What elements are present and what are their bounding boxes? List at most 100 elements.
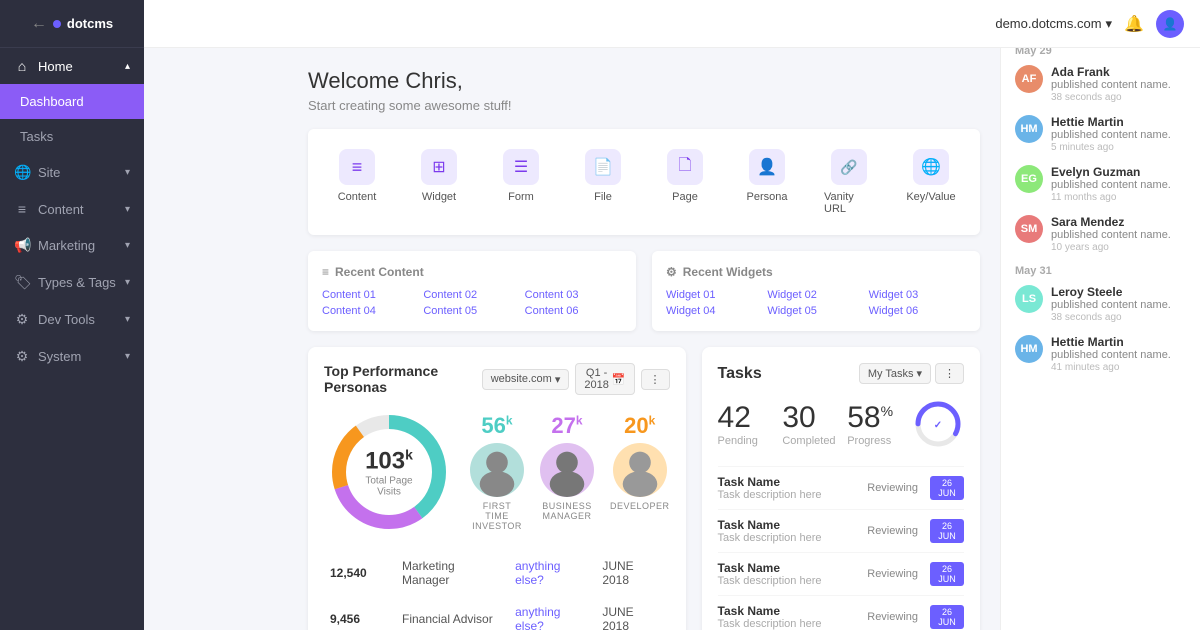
user-avatar[interactable]: 👤 (1156, 10, 1184, 38)
qa-persona[interactable]: 👤 Persona (726, 141, 808, 223)
back-icon[interactable]: ← (31, 15, 47, 33)
recent-content-03[interactable]: Content 03 (525, 289, 622, 301)
hettie1-text: Hettie Martin published content name. 5 … (1051, 115, 1186, 153)
domain-text: demo.dotcms.com (995, 16, 1101, 31)
sidebar-item-home[interactable]: ⌂ Home ▴ (0, 48, 144, 84)
sidebar-item-content[interactable]: ≡ Content ▾ (0, 191, 144, 227)
file-quick-icon: 📄 (585, 149, 621, 185)
chevron-down-icon: ▾ (125, 167, 130, 178)
sidebar-nav: ⌂ Home ▴ Dashboard Tasks 🌐 Site ▾ ≡ Cont… (0, 48, 144, 630)
developer-avatar (613, 443, 667, 497)
persona-col-investor: 56k FIRST TIME INVESTOR (470, 413, 524, 531)
qa-content[interactable]: ≡ Content (316, 141, 398, 223)
ada-time: 38 seconds ago (1051, 92, 1186, 103)
activity-item-sara: SM Sara Mendez published content name. 1… (1015, 215, 1186, 253)
row1-role: Marketing Manager (398, 551, 509, 595)
chevron-down-icon3: ▾ (125, 240, 130, 251)
hettie1-name: Hettie Martin (1051, 115, 1186, 129)
sidebar-dashboard-label: Dashboard (20, 94, 84, 109)
recent-content-title: ≡ Recent Content (322, 265, 622, 279)
qa-page[interactable]: 🗋 Page (644, 141, 726, 223)
domain-chevron: ▾ (1106, 16, 1113, 32)
recent-content-04[interactable]: Content 04 (322, 305, 419, 317)
recent-widget-05[interactable]: Widget 05 (767, 305, 864, 317)
devtools-icon: ⚙ (14, 311, 30, 328)
hettie2-action: published content name. (1051, 349, 1186, 361)
domain-selector[interactable]: demo.dotcms.com ▾ (995, 16, 1112, 32)
persona-table: 12,540 Marketing Manager anything else? … (324, 549, 670, 630)
sidebar-marketing-label: Marketing (38, 238, 95, 253)
progress-label: Progress (847, 435, 912, 447)
qa-file[interactable]: 📄 File (562, 141, 644, 223)
leroy-avatar: LS (1015, 285, 1043, 313)
sidebar-tasks-label: Tasks (20, 129, 53, 144)
recent-widgets-card: ⚙ Recent Widgets Widget 01 Widget 02 Wid… (652, 251, 980, 331)
task-stat-completed: 30 Completed (782, 401, 847, 447)
recent-widget-04[interactable]: Widget 04 (666, 305, 763, 317)
sidebar-item-marketing[interactable]: 📢 Marketing ▾ (0, 227, 144, 264)
website-filter[interactable]: website.com ▾ (482, 369, 570, 390)
recent-content-links: Content 01 Content 02 Content 03 Content… (322, 289, 622, 317)
recent-content-06[interactable]: Content 06 (525, 305, 622, 317)
vanity-quick-icon: 🔗 (831, 149, 867, 185)
sidebar-item-dashboard[interactable]: Dashboard (0, 84, 144, 119)
recent-content-05[interactable]: Content 05 (423, 305, 520, 317)
row2-action: anything else? (511, 597, 596, 630)
sidebar-item-dev-tools[interactable]: ⚙ Dev Tools ▾ (0, 301, 144, 338)
chevron-icon: ▴ (125, 61, 130, 72)
more-options[interactable]: ⋮ (641, 369, 670, 390)
form-quick-icon: ☰ (503, 149, 539, 185)
recent-widget-06[interactable]: Widget 06 (869, 305, 966, 317)
row1-action: anything else? (511, 551, 596, 595)
date-filter[interactable]: Q1 - 2018 📅 (575, 363, 634, 395)
notifications-bell-icon[interactable]: 🔔 (1124, 14, 1144, 34)
sidebar-item-types-tags[interactable]: 🏷 Types & Tags ▾ (0, 264, 144, 301)
evelyn-action: published content name. (1051, 179, 1186, 191)
persona-performance-card: Top Performance Personas website.com ▾ Q… (308, 347, 686, 630)
recent-content-01[interactable]: Content 01 (322, 289, 419, 301)
recent-content-card: ≡ Recent Content Content 01 Content 02 C… (308, 251, 636, 331)
task-4-day: 26 (942, 607, 952, 617)
progress-svg: ✓ (912, 398, 964, 450)
leroy-time: 38 seconds ago (1051, 312, 1186, 323)
recent-widget-02[interactable]: Widget 02 (767, 289, 864, 301)
task-list: Task Name Task description here Reviewin… (718, 466, 964, 630)
sidebar-content-label: Content (38, 202, 84, 217)
recent-widget-01[interactable]: Widget 01 (666, 289, 763, 301)
progress-num: 58% (847, 401, 912, 435)
donut-center: 103k Total Page Visits (357, 447, 422, 498)
developer-num: 20k (624, 413, 655, 439)
row2-num: 9,456 (326, 597, 396, 630)
table-row: 12,540 Marketing Manager anything else? … (326, 551, 668, 595)
manager-avatar (540, 443, 594, 497)
qa-key-value[interactable]: 🌐 Key/Value (890, 141, 972, 223)
developer-label: DEVELOPER (610, 501, 670, 511)
task-stat-pending: 42 Pending (718, 401, 783, 447)
qa-file-label: File (594, 191, 612, 203)
persona-col-manager: 27k BUSINESS MANAGER (540, 413, 594, 531)
qa-form[interactable]: ☰ Form (480, 141, 562, 223)
completed-num: 30 (782, 401, 847, 435)
home-icon: ⌂ (14, 58, 30, 74)
sidebar-logo: ← dotcms (0, 0, 144, 48)
task-3-status: Reviewing (867, 568, 918, 580)
task-2-status: Reviewing (867, 525, 918, 537)
hettie1-time: 5 minutes ago (1051, 142, 1186, 153)
ada-text: Ada Frank published content name. 38 sec… (1051, 65, 1186, 103)
sidebar-devtools-label: Dev Tools (38, 312, 95, 327)
ada-name: Ada Frank (1051, 65, 1186, 79)
sidebar-item-system[interactable]: ⚙ System ▾ (0, 338, 144, 375)
qa-widget-label: Widget (422, 191, 456, 203)
recent-widget-03[interactable]: Widget 03 (869, 289, 966, 301)
tasks-more[interactable]: ⋮ (935, 363, 964, 384)
qa-keyvalue-label: Key/Value (906, 191, 955, 203)
qa-widget[interactable]: ⊞ Widget (398, 141, 480, 223)
qa-vanity-url[interactable]: 🔗 Vanity URL (808, 141, 890, 223)
sidebar-item-site[interactable]: 🌐 Site ▾ (0, 154, 144, 191)
sidebar-item-tasks[interactable]: Tasks (0, 119, 144, 154)
header: demo.dotcms.com ▾ 🔔 👤 (144, 0, 1200, 48)
chevron-down-icon2: ▾ (125, 204, 130, 215)
tasks-filter[interactable]: My Tasks ▾ (859, 363, 931, 384)
recent-content-02[interactable]: Content 02 (423, 289, 520, 301)
page-quick-icon: 🗋 (667, 149, 703, 185)
